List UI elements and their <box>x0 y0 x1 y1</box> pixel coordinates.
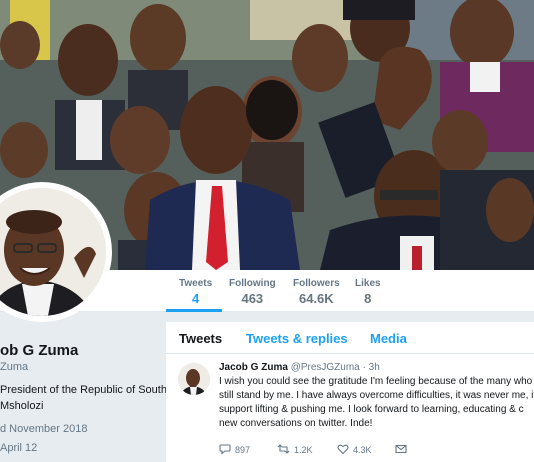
tweet-text: I wish you could see the gratitude I'm f… <box>219 375 534 431</box>
tweet-author-handle[interactable]: @PresJGZuma <box>291 362 360 373</box>
retweet-icon <box>277 444 290 454</box>
tweet-separator: · <box>362 362 366 373</box>
tab-tweets[interactable]: Tweets <box>179 331 222 346</box>
profile-bio-line-2: Msholozi <box>0 400 44 412</box>
stat-likes-label: Likes <box>355 278 381 289</box>
timeline-panel: Tweets Tweets & replies Media Jacob G Zu… <box>166 322 534 462</box>
stat-tweets-value: 4 <box>191 291 200 306</box>
stat-following-value: 463 <box>241 291 264 306</box>
tweet-item[interactable]: Jacob G Zuma @PresJGZuma · 3h I wish you… <box>166 355 534 462</box>
direct-message-button[interactable] <box>395 443 411 455</box>
tweet-text-line-2: still stand by me. I have always overcom… <box>219 390 534 401</box>
retweet-count: 1.2K <box>294 445 313 455</box>
stat-likes[interactable]: Likes 8 <box>355 278 381 306</box>
like-count: 4.3K <box>353 445 372 455</box>
timeline-tabs: Tweets Tweets & replies Media <box>166 322 534 354</box>
envelope-icon <box>395 444 407 454</box>
stat-tweets[interactable]: Tweets 4 <box>179 278 212 306</box>
tweet-header: Jacob G Zuma @PresJGZuma · 3h <box>219 362 380 373</box>
tab-media[interactable]: Media <box>370 331 407 346</box>
tweet-text-line-1: I wish you could see the gratitude I'm f… <box>219 376 533 387</box>
stat-following[interactable]: Following 463 <box>229 278 276 306</box>
tweet-avatar-portrait <box>178 363 210 395</box>
profile-bio: President of the Republic of South Mshol… <box>0 382 167 414</box>
profile-joined-date: d November 2018 <box>0 423 88 435</box>
stat-active-underline <box>166 309 222 312</box>
stat-tweets-label: Tweets <box>179 278 213 289</box>
reply-icon <box>219 444 231 455</box>
profile-birthday: April 12 <box>0 442 38 454</box>
like-button[interactable]: 4.3K <box>337 443 372 455</box>
stat-followers-value: 64.6K <box>298 291 334 306</box>
tweet-text-line-4: new conversations on twitter. Inde! <box>219 418 373 429</box>
profile-bio-line-1: President of the Republic of South <box>0 384 167 396</box>
tab-tweets-and-replies[interactable]: Tweets & replies <box>246 331 348 346</box>
stat-followers[interactable]: Followers 64.6K <box>293 278 340 306</box>
twitter-profile-page: Tweets 4 Following 463 Followers 64.6K L… <box>0 0 534 462</box>
stat-followers-label: Followers <box>293 278 340 289</box>
tweet-avatar[interactable] <box>178 363 210 395</box>
reply-button[interactable]: 897 <box>219 443 250 455</box>
reply-count: 897 <box>235 445 251 455</box>
retweet-button[interactable]: 1.2K <box>277 443 313 455</box>
profile-name: ob G Zuma <box>0 342 79 359</box>
profile-handle[interactable]: Zuma <box>0 361 28 373</box>
stat-likes-value: 8 <box>364 291 372 306</box>
tweet-author-name[interactable]: Jacob G Zuma <box>219 362 288 373</box>
heart-icon <box>337 444 349 455</box>
stat-following-label: Following <box>229 278 276 289</box>
tweet-timestamp[interactable]: 3h <box>369 362 380 373</box>
tweet-text-line-3: support lifting & pushing me. I look for… <box>219 404 524 415</box>
